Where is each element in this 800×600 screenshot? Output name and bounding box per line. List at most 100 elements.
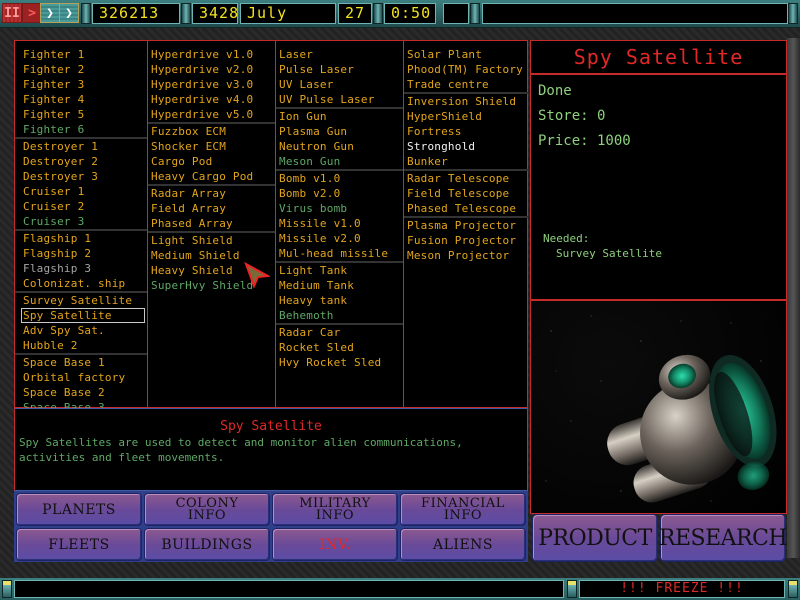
product-button[interactable]: PRODUCT bbox=[532, 514, 658, 562]
list-item[interactable]: Fortress bbox=[404, 124, 528, 139]
list-item[interactable]: Cruiser 2 bbox=[15, 199, 147, 214]
list-item[interactable]: Space Base 1 bbox=[15, 355, 147, 370]
list-item[interactable]: Heavy Cargo Pod bbox=[148, 169, 275, 184]
list-item[interactable]: Destroyer 2 bbox=[15, 154, 147, 169]
list-item[interactable]: Trade centre bbox=[404, 77, 528, 92]
list-item[interactable]: Radar Car bbox=[276, 325, 403, 340]
list-item[interactable]: Adv Spy Sat. bbox=[15, 323, 147, 338]
list-item[interactable]: Fighter 2 bbox=[15, 62, 147, 77]
list-item[interactable]: UV Pulse Laser bbox=[276, 92, 403, 107]
list-item[interactable]: Orbital factory bbox=[15, 370, 147, 385]
list-item[interactable]: Medium Shield bbox=[148, 248, 275, 263]
list-item[interactable]: Inversion Shield bbox=[404, 94, 528, 109]
pause-icon: II bbox=[4, 5, 20, 21]
list-item[interactable]: Hvy Rocket Sled bbox=[276, 355, 403, 370]
list-item[interactable]: Plasma Gun bbox=[276, 124, 403, 139]
item-group: Flagship 1 Flagship 2 Flagship 3 Colonizаt.… bbox=[15, 231, 147, 293]
colony-info-button[interactable]: COLONY INFO bbox=[144, 493, 270, 526]
list-item[interactable]: Heavy tank bbox=[276, 293, 403, 308]
list-item[interactable]: Fighter 3 bbox=[15, 77, 147, 92]
pause-button[interactable]: II bbox=[2, 3, 22, 23]
list-item[interactable]: Survey Satellite bbox=[15, 293, 147, 308]
list-item[interactable]: Ion Gun bbox=[276, 109, 403, 124]
list-item[interactable]: Rocket Sled bbox=[276, 340, 403, 355]
list-item[interactable]: Behemoth bbox=[276, 308, 403, 323]
list-item[interactable]: Colonizаt. ship bbox=[15, 276, 147, 291]
list-item[interactable]: Fighter 4 bbox=[15, 92, 147, 107]
list-item[interactable]: Missile v2.0 bbox=[276, 231, 403, 246]
panel-knob bbox=[788, 3, 798, 24]
list-item[interactable]: Laser bbox=[276, 47, 403, 62]
aux-display bbox=[443, 3, 469, 24]
panel-knob bbox=[181, 3, 191, 24]
list-item[interactable]: Hubble 2 bbox=[15, 338, 147, 353]
list-item[interactable]: Pulse Laser bbox=[276, 62, 403, 77]
list-item[interactable]: Bunker bbox=[404, 154, 528, 169]
fastest-forward-button[interactable]: ❯ bbox=[59, 3, 79, 23]
list-item[interactable]: Solar Plant bbox=[404, 47, 528, 62]
list-item[interactable]: Flagship 3 bbox=[15, 261, 147, 276]
spy-satellite-image bbox=[530, 300, 787, 514]
list-item[interactable]: Fighter 1 bbox=[15, 47, 147, 62]
aliens-button[interactable]: ALIENS bbox=[400, 528, 526, 561]
list-item[interactable]: Fighter 6 bbox=[15, 122, 147, 137]
item-group: Radar Array Field Array Phased Array bbox=[148, 186, 275, 233]
fast-forward-icon: ❯ bbox=[46, 5, 54, 21]
list-item[interactable]: Phased Array bbox=[148, 216, 275, 231]
list-item[interactable]: Hyperdrive v5.0 bbox=[148, 107, 275, 122]
time-display: 0:50 bbox=[384, 3, 436, 24]
list-item[interactable]: Hyperdrive v4.0 bbox=[148, 92, 275, 107]
list-item[interactable]: Fuzzbox ECM bbox=[148, 124, 275, 139]
list-item[interactable]: Field Telescope bbox=[404, 186, 528, 201]
inventory-list-panel: Fighter 1 Fighter 2 Fighter 3 Fighter 4 Figh… bbox=[14, 40, 528, 414]
list-item[interactable]: Virus bomb bbox=[276, 201, 403, 216]
list-item[interactable]: Shocker ECM bbox=[148, 139, 275, 154]
inv-button[interactable]: INV. bbox=[272, 528, 398, 561]
list-item[interactable]: Cargo Pod bbox=[148, 154, 275, 169]
list-item[interactable]: Missile v1.0 bbox=[276, 216, 403, 231]
list-item[interactable]: Light Tank bbox=[276, 263, 403, 278]
research-button[interactable]: RESEARCH bbox=[659, 514, 788, 562]
fleets-button[interactable]: FLEETS bbox=[16, 528, 142, 561]
list-item[interactable]: Light Shield bbox=[148, 233, 275, 248]
list-item[interactable]: Meson Projector bbox=[404, 248, 528, 263]
list-item[interactable]: Phased Telescope bbox=[404, 201, 528, 216]
list-item[interactable]: Fighter 5 bbox=[15, 107, 147, 122]
list-item[interactable]: Fusion Projector bbox=[404, 233, 528, 248]
list-item[interactable]: Cruiser 3 bbox=[15, 214, 147, 229]
list-item[interactable]: Bomb v1.0 bbox=[276, 171, 403, 186]
list-item[interactable]: Radar Telescope bbox=[404, 171, 528, 186]
list-item[interactable]: Stronghold bbox=[404, 139, 528, 154]
list-item[interactable]: Radar Array bbox=[148, 186, 275, 201]
list-item[interactable]: Flagship 2 bbox=[15, 246, 147, 261]
list-item[interactable]: Cruiser 1 bbox=[15, 184, 147, 199]
list-item[interactable]: UV Laser bbox=[276, 77, 403, 92]
list-item[interactable]: HyperShield bbox=[404, 109, 528, 124]
list-item[interactable]: Flagship 1 bbox=[15, 231, 147, 246]
list-item[interactable]: Meson Gun bbox=[276, 154, 403, 169]
list-item[interactable]: Phood(TM) Factory bbox=[404, 62, 528, 77]
status-lamp-icon bbox=[567, 580, 577, 598]
list-item[interactable]: Hyperdrive v3.0 bbox=[148, 77, 275, 92]
list-item[interactable]: Bomb v2.0 bbox=[276, 186, 403, 201]
play-button[interactable]: > bbox=[22, 3, 42, 23]
list-item-selected[interactable]: Spy Satellite bbox=[21, 308, 145, 323]
financial-info-button[interactable]: FINANCIAL INFO bbox=[400, 493, 526, 526]
list-item[interactable]: Neutron Gun bbox=[276, 139, 403, 154]
list-item[interactable]: Space Base 2 bbox=[15, 385, 147, 400]
fast-forward-button[interactable]: ❯ bbox=[40, 3, 60, 23]
month-display: July bbox=[240, 3, 336, 24]
military-info-button[interactable]: MILITARY INFO bbox=[272, 493, 398, 526]
list-item[interactable]: Hyperdrive v2.0 bbox=[148, 62, 275, 77]
list-item[interactable]: Medium Tank bbox=[276, 278, 403, 293]
list-item[interactable]: Hyperdrive v1.0 bbox=[148, 47, 275, 62]
list-item[interactable]: Destroyer 3 bbox=[15, 169, 147, 184]
list-item[interactable]: Destroyer 1 bbox=[15, 139, 147, 154]
list-item[interactable]: Mul-head missile bbox=[276, 246, 403, 261]
planets-button[interactable]: PLANETS bbox=[16, 493, 142, 526]
buildings-button[interactable]: BUILDINGS bbox=[144, 528, 270, 561]
list-item[interactable]: Plasma Projector bbox=[404, 218, 528, 233]
item-group: Destroyer 1 Destroyer 2 Destroyer 3 Cruiser… bbox=[15, 139, 147, 231]
item-group: Fighter 1 Fighter 2 Fighter 3 Fighter 4 Figh… bbox=[15, 41, 147, 139]
list-item[interactable]: Field Array bbox=[148, 201, 275, 216]
